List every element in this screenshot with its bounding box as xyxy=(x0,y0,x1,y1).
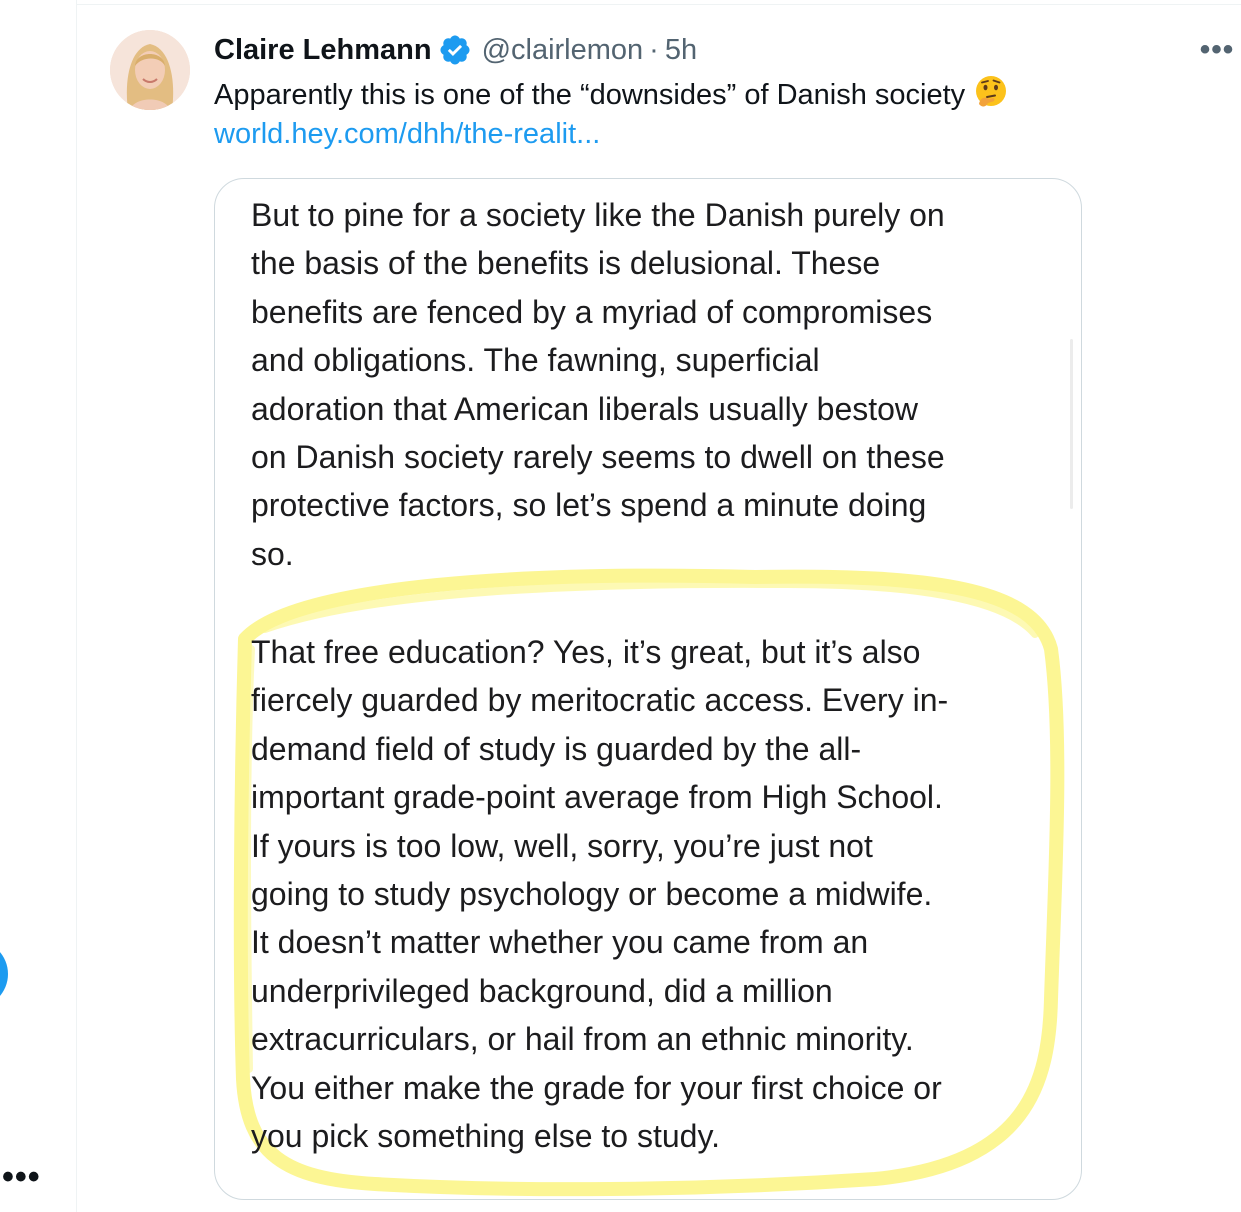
paragraph-line: going to study psychology or become a mi… xyxy=(251,876,933,913)
paragraph-line: and obligations. The fawning, superficia… xyxy=(251,342,820,379)
paragraph-line: If yours is too low, well, sorry, you’re… xyxy=(251,827,873,864)
avatar-photo xyxy=(110,30,190,110)
paragraph-line: you pick something else to study. xyxy=(251,1118,720,1155)
thinking-face-icon xyxy=(973,74,1009,110)
tweet-text-body: Apparently this is one of the “downsides… xyxy=(214,79,966,111)
paragraph-line: You either make the grade for your first… xyxy=(251,1069,942,1106)
paragraph-line: demand field of study is guarded by the … xyxy=(251,730,862,767)
separator-dot: · xyxy=(649,33,659,66)
screenshot-image[interactable]: But to pine for a society like the Danis… xyxy=(214,178,1082,1200)
paragraph-line: on Danish society rarely seems to dwell … xyxy=(251,439,945,476)
timeline-divider xyxy=(77,4,1241,5)
paragraph-line: extracurriculars, or hail from an ethnic… xyxy=(251,1021,914,1058)
paragraph-line: fiercely guarded by meritocratic access.… xyxy=(251,682,949,719)
article-paragraph-1: But to pine for a society like the Danis… xyxy=(251,191,945,578)
author-name[interactable]: Claire Lehmann xyxy=(214,34,432,67)
sidebar-divider xyxy=(76,0,77,1212)
more-options-button[interactable]: ••• xyxy=(1197,30,1237,70)
paragraph-line: the basis of the benefits is delusional.… xyxy=(251,245,881,282)
sidebar-more-icon[interactable]: ••• xyxy=(2,1160,41,1194)
tweet-screenshot: ••• Claire Lehmann @clairlemon · 5h ••• … xyxy=(0,0,1241,1212)
tweet-header: Claire Lehmann @clairlemon · 5h xyxy=(214,30,697,70)
paragraph-line: protective factors, so let’s spend a min… xyxy=(251,487,927,524)
paragraph-line: important grade-point average from High … xyxy=(251,779,943,816)
article-paragraph-2: That free education? Yes, it’s great, bu… xyxy=(251,628,948,1160)
paragraph-line: benefits are fenced by a myriad of compr… xyxy=(251,293,933,330)
article-link[interactable]: world.hey.com/dhh/the-realit... xyxy=(214,114,600,154)
paragraph-line: so. xyxy=(251,535,294,572)
paragraph-line: adoration that American liberals usually… xyxy=(251,390,919,427)
author-handle[interactable]: @clairlemon xyxy=(482,34,644,67)
avatar[interactable] xyxy=(110,30,190,110)
paragraph-line: underprivileged background, did a millio… xyxy=(251,972,833,1009)
compose-post-button[interactable] xyxy=(0,940,8,1008)
timestamp[interactable]: 5h xyxy=(665,34,697,67)
paragraph-line: But to pine for a society like the Danis… xyxy=(251,197,945,233)
paragraph-line: It doesn’t matter whether you came from … xyxy=(251,924,869,961)
tweet-text: Apparently this is one of the “downsides… xyxy=(214,74,1009,115)
scroll-indicator xyxy=(1070,339,1073,509)
verified-badge-icon[interactable] xyxy=(438,33,472,67)
paragraph-line: That free education? Yes, it’s great, bu… xyxy=(251,634,921,670)
